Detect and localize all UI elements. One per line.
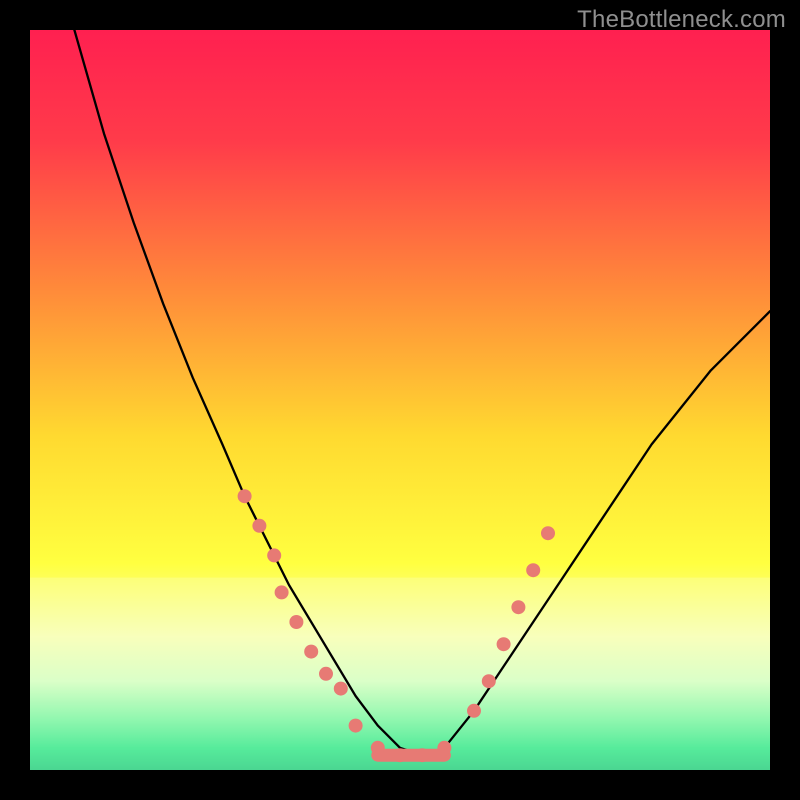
chart-marker-dot — [371, 741, 385, 755]
chart-plot-area — [30, 30, 770, 770]
chart-marker-dot — [275, 585, 289, 599]
chart-marker-dot — [497, 637, 511, 651]
chart-marker-dot — [467, 704, 481, 718]
chart-marker-dot — [482, 674, 496, 688]
chart-marker-dot — [349, 719, 363, 733]
chart-marker-dot — [511, 600, 525, 614]
chart-marker-dot — [289, 615, 303, 629]
chart-marker-dot — [526, 563, 540, 577]
chart-marker-dot — [267, 548, 281, 562]
chart-marker-dot — [437, 741, 451, 755]
chart-marker-dot — [393, 748, 407, 762]
chart-marker-dot — [334, 682, 348, 696]
chart-marker-dot — [238, 489, 252, 503]
chart-frame: TheBottleneck.com — [0, 0, 800, 800]
chart-marker-dot — [319, 667, 333, 681]
chart-marker-dot — [415, 748, 429, 762]
chart-highlight-band — [30, 578, 770, 770]
chart-marker-dot — [252, 519, 266, 533]
chart-marker-dot — [541, 526, 555, 540]
chart-svg — [30, 30, 770, 770]
chart-marker-dot — [304, 645, 318, 659]
